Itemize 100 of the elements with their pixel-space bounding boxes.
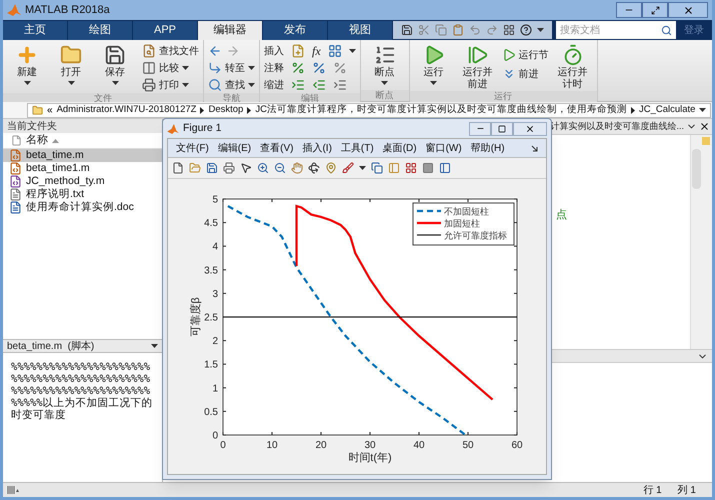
tick-label: 10 (266, 440, 278, 451)
caret-icon (381, 81, 388, 85)
caret-icon (359, 166, 366, 170)
caret-icon (248, 83, 255, 87)
ribbon-button[interactable]: 运行并计时 (552, 43, 593, 91)
menu-item[interactable]: 窗口(W) (426, 140, 462, 156)
dock-arrow-icon[interactable] (531, 144, 538, 152)
minimize-button[interactable] (616, 2, 642, 18)
matlab-logo-icon (167, 124, 179, 134)
indent-icon (333, 78, 347, 92)
path-field[interactable]: « Administrator.WIN7U-20180127Z Desktop JC法可靠度计算程序，时变可靠度计算实例以及时变可靠度曲线绘制，使用寿命预测 JC_Calculate (27, 102, 712, 118)
ribbon-button[interactable]: 打开 (51, 43, 91, 85)
brush-icon[interactable] (342, 162, 354, 174)
close-icon[interactable] (699, 121, 710, 132)
details-title: beta_time.m (脚本) (7, 340, 94, 354)
file-row[interactable]: JC_method_ty.m (3, 175, 162, 188)
path-segment[interactable]: Administrator.WIN7U-20180127Z (56, 102, 196, 118)
close-button[interactable] (513, 122, 547, 136)
indent-icon (291, 78, 305, 92)
insert-icon (291, 44, 305, 58)
ribbon-button[interactable]: 注释 (264, 60, 284, 76)
legend-label: 不加固短柱 (444, 206, 489, 216)
close-button[interactable] (668, 2, 708, 18)
rotate-icon[interactable] (308, 162, 320, 174)
scrollbar[interactable] (690, 135, 702, 349)
layout-icon[interactable] (503, 24, 515, 36)
ribbon-tab[interactable]: APP (133, 21, 197, 40)
breakpoints-icon (374, 44, 396, 66)
ribbon-button[interactable]: 前进 (502, 66, 549, 82)
ribbon-tab[interactable]: 视图 (328, 21, 392, 40)
pointer-icon[interactable] (240, 162, 252, 174)
tick-label: 4 (212, 242, 218, 253)
menu-item[interactable]: 文件(F) (176, 140, 209, 156)
ribbon-tab[interactable]: 发布 (263, 21, 327, 40)
zoom-in-icon[interactable] (257, 162, 269, 174)
legend-line (417, 210, 441, 212)
caret-icon (430, 81, 438, 85)
zoom-out-icon[interactable] (274, 162, 286, 174)
sort-arrow-icon (52, 138, 59, 142)
caret-icon (151, 344, 158, 348)
save-icon[interactable] (401, 24, 413, 36)
ribbon-button[interactable]: 运行并前进 (458, 43, 498, 91)
tick-label: 0.5 (204, 406, 218, 418)
grid-icon (328, 44, 342, 58)
x-axis-label: 时间t(年) (348, 452, 392, 464)
ribbon-button[interactable]: 保存 (95, 43, 135, 85)
file-row[interactable]: 使用寿命计算实例.doc (3, 201, 162, 214)
function-symbol[interactable]: fx (312, 42, 321, 60)
ribbon-tab[interactable]: 编辑器 (198, 21, 262, 40)
chevron-icon (247, 106, 252, 114)
ribbon-button[interactable]: 缩进 (264, 78, 284, 92)
ribbon-button[interactable]: 运行节 (502, 47, 549, 63)
caret-icon (248, 66, 255, 70)
menu-item[interactable]: 编辑(E) (218, 140, 252, 156)
file-name: 程序说明.txt (26, 186, 84, 201)
menu-item[interactable]: 查看(V) (260, 140, 294, 156)
caret-icon (182, 66, 189, 70)
open-folder-icon[interactable] (189, 162, 201, 174)
path-segment[interactable]: JC_Calculate (638, 102, 696, 118)
tick-label: 40 (413, 440, 425, 451)
search-input[interactable]: 搜索文档 (560, 22, 661, 38)
search-field[interactable]: 搜索文档 (556, 21, 676, 39)
ribbon-button[interactable]: 插入 (264, 44, 284, 58)
new-file-icon[interactable] (172, 162, 184, 174)
pan-icon[interactable] (291, 162, 303, 174)
ribbon-button[interactable]: 断点 (364, 43, 405, 85)
ribbon-button[interactable]: 转至 (208, 60, 255, 76)
login-button[interactable]: 登录 (676, 21, 712, 40)
printer-icon[interactable] (223, 162, 235, 174)
help-icon[interactable] (520, 24, 532, 36)
cursor-position: 列 1 (678, 484, 696, 498)
path-segment[interactable]: Desktop (208, 102, 244, 118)
close-icon (525, 124, 535, 134)
ribbon-button[interactable]: 新建 (7, 43, 47, 85)
file-name: 使用寿命计算实例.doc (26, 200, 134, 215)
legend-label: 加固短柱 (444, 218, 480, 228)
path-segment[interactable]: JC法可靠度计算程序，时变可靠度计算实例以及时变可靠度曲线绘制，使用寿命预测 (255, 102, 627, 118)
ribbon-button[interactable]: 运行 (414, 43, 454, 85)
back-arrow-icon[interactable] (208, 44, 222, 58)
comment-line: %%%%%%%%%%%%%%%%%%%%%% (11, 373, 152, 385)
save-icon[interactable] (206, 162, 218, 174)
ribbon-button[interactable]: 查找文件 (142, 43, 199, 59)
menu-item[interactable]: 帮助(H) (470, 140, 505, 156)
legend-line (416, 234, 442, 236)
menu-item[interactable]: 工具(T) (340, 140, 374, 156)
ribbon-tab[interactable]: 绘图 (68, 21, 132, 40)
maximize-button[interactable] (491, 122, 513, 136)
file-row[interactable]: 程序说明.txt (3, 188, 162, 201)
file-row[interactable]: beta_time.m (3, 149, 162, 162)
clipboard-icon[interactable] (452, 24, 464, 36)
ribbon-button[interactable]: 查找 (208, 77, 255, 93)
ribbon-tab[interactable]: 主页 (3, 21, 67, 40)
close-icon (682, 4, 694, 16)
file-row[interactable]: beta_time1.m (3, 162, 162, 175)
ribbon-button[interactable]: 打印 (142, 77, 199, 93)
group-label: 运行 (410, 91, 597, 102)
path-overflow-mark: « (47, 104, 53, 118)
menu-item[interactable]: 插入(I) (302, 140, 332, 156)
menu-item[interactable]: 桌面(D) (382, 140, 417, 156)
ribbon-button[interactable]: 比较 (142, 60, 199, 76)
